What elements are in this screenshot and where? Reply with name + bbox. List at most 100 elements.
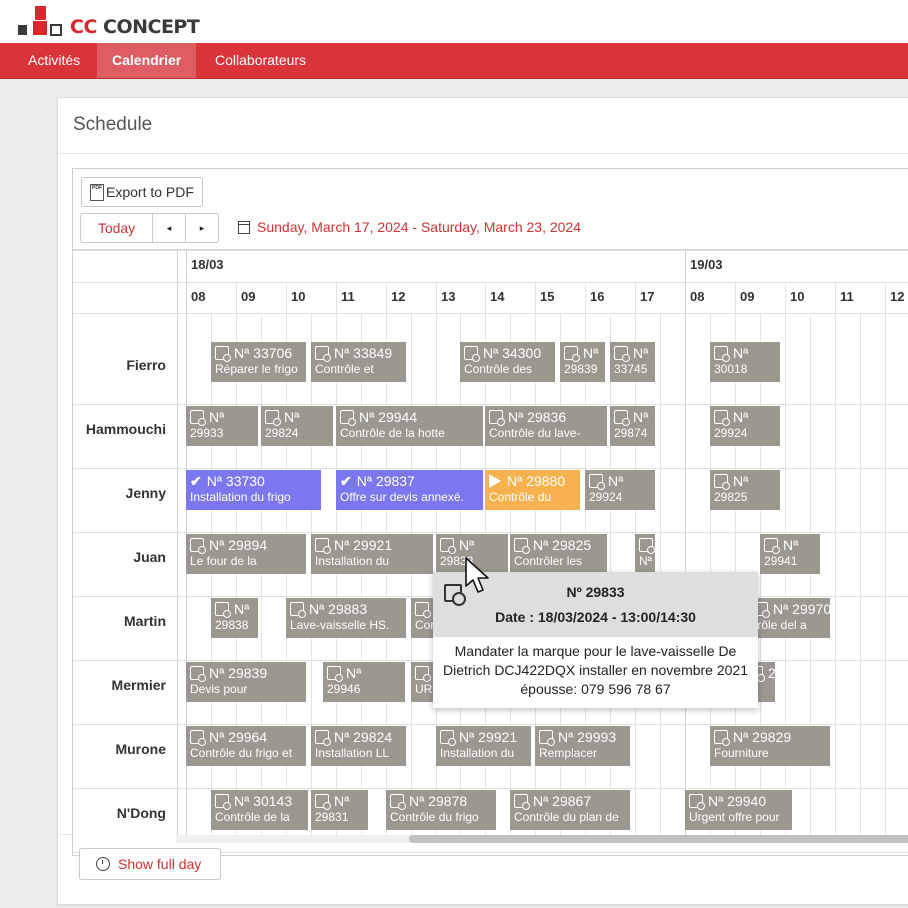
event-number: Nª <box>633 345 649 361</box>
event-number: Nª 34300 <box>483 345 542 361</box>
pdf-icon: PDF <box>90 184 104 201</box>
event-block[interactable]: Nª 29924 <box>585 470 655 510</box>
event-block[interactable]: Nª 29993 Remplacer <box>535 726 630 766</box>
event-block[interactable]: Nª 29825 <box>710 470 780 510</box>
event-block[interactable]: Nª 29829 Fourniture <box>710 726 830 766</box>
calendar-clock-icon <box>265 410 281 426</box>
event-block[interactable]: Nª 29878 Contrôle du frigo <box>386 790 496 830</box>
calendar-clock-icon <box>315 538 331 554</box>
event-title: Nª 29839 <box>190 664 302 682</box>
event-description: 30018 <box>714 362 748 376</box>
event-block[interactable]: Nª 29940 Urgent offre pour <box>685 790 792 830</box>
calendar-clock-icon <box>190 538 206 554</box>
calendar-clock-icon <box>589 474 605 490</box>
page-title: Schedule <box>73 114 153 135</box>
grid-line <box>73 404 908 405</box>
event-block[interactable]: Nª 29944 Contrôle de la hotte <box>336 406 483 446</box>
event-block[interactable]: Nª 29924 <box>710 406 780 446</box>
event-block[interactable]: Nª 29831 <box>311 790 368 830</box>
export-pdf-button[interactable]: PDF Export to PDF <box>81 177 203 207</box>
event-block[interactable]: Nª 29894 Le four de la <box>186 534 306 574</box>
event-block[interactable]: ✔ Nª 29837 Offre sur devis annexé. <box>336 470 483 510</box>
main-nav: Activités Calendrier Collaborateurs <box>0 43 908 79</box>
event-block[interactable]: Nª 33706 Réparer le frigo <box>211 342 306 382</box>
event-number: Nª 29993 <box>558 729 617 745</box>
horizontal-scrollbar[interactable] <box>176 835 908 843</box>
event-description: Le four de la <box>190 554 257 568</box>
event-block[interactable]: Nª 29880 Contrôle du <box>485 470 580 510</box>
next-week-button[interactable]: ▸ <box>186 214 218 242</box>
event-block[interactable]: Nª 29825 Contrôler les <box>510 534 607 574</box>
event-block[interactable]: Nª 29838 <box>211 598 258 638</box>
hour-header: 14 <box>490 289 505 304</box>
grid-line <box>73 468 908 469</box>
event-block[interactable]: Nª 29839 Devis pour <box>186 662 306 702</box>
event-title: Nª <box>714 344 776 362</box>
event-title: Nª 30143 <box>215 792 304 810</box>
event-block[interactable]: Nª 29933 <box>186 406 258 446</box>
event-block[interactable]: Nª 29874 <box>610 406 655 446</box>
event-title: Nª 29921 <box>440 728 527 746</box>
event-block[interactable]: Nª 29964 Contrôle du frigo et <box>186 726 306 766</box>
calendar-clock-icon <box>315 794 331 810</box>
event-block[interactable]: Nª 29839 <box>560 342 605 382</box>
logo-icon <box>18 6 62 36</box>
event-block[interactable]: Nª 29836 Contrôle du lave- <box>485 406 607 446</box>
clock-icon <box>96 857 110 871</box>
grid-line <box>73 282 908 283</box>
event-block[interactable]: Nª 29824 <box>261 406 333 446</box>
calendar-clock-icon <box>714 346 730 362</box>
event-number: Nª <box>583 345 599 361</box>
event-block[interactable]: Nª 29941 <box>760 534 820 574</box>
event-block[interactable]: Nª 30143 Contrôle de la <box>211 790 308 830</box>
grid-line <box>73 724 908 725</box>
scrollbar-thumb[interactable] <box>409 835 908 843</box>
today-button[interactable]: Today <box>81 214 153 242</box>
event-number: 2 <box>768 665 775 681</box>
event-block[interactable]: Nª 29946 <box>323 662 405 702</box>
event-number: Nª 29880 <box>507 473 566 489</box>
event-block[interactable]: ✔ Nª 33730 Installation du frigo <box>186 470 321 510</box>
event-block[interactable]: Nª 34300 Contrôle des <box>460 342 555 382</box>
calendar-clock-icon <box>440 538 456 554</box>
event-number: Nª 29825 <box>533 537 592 553</box>
nav-item-calendrier[interactable]: Calendrier <box>97 43 197 78</box>
hour-header: 08 <box>690 289 705 304</box>
event-block[interactable]: Nª 29883 Lave-vaisselle HS. <box>286 598 406 638</box>
event-block[interactable]: Nª 30018 <box>710 342 780 382</box>
event-number: Nª <box>284 409 300 425</box>
event-title: ✔ Nª 29837 <box>340 472 479 490</box>
event-title: Nª 29878 <box>390 792 492 810</box>
export-pdf-label: Export to PDF <box>106 184 194 200</box>
nav-item-activites[interactable]: Activités <box>13 43 95 78</box>
event-block[interactable]: Nª 29970 trôle del a <box>750 598 830 638</box>
event-number: Nª 29867 <box>533 793 592 809</box>
event-title: Nª 34300 <box>464 344 551 362</box>
event-title: Nª <box>614 408 651 426</box>
event-description: Contrôle des <box>464 362 533 376</box>
event-block[interactable]: Nª 33849 Contrôle et <box>311 342 406 382</box>
date-range-label[interactable]: Sunday, March 17, 2024 - Saturday, March… <box>257 219 581 235</box>
nav-item-collaborateurs[interactable]: Collaborateurs <box>200 43 321 78</box>
event-number: Nª 29878 <box>409 793 468 809</box>
event-description: 29946 <box>327 682 361 696</box>
event-block[interactable]: Nª <box>635 534 655 574</box>
event-title: Nª 29921 <box>315 536 429 554</box>
calendar-clock-icon <box>639 538 655 554</box>
event-description: 29874 <box>614 426 648 440</box>
prev-week-button[interactable]: ◂ <box>153 214 186 242</box>
event-block[interactable]: Nª 29921 Installation du <box>311 534 433 574</box>
event-title: Nª 29825 <box>514 536 603 554</box>
event-block[interactable]: Nª 29867 Contrôle du plan de <box>510 790 630 830</box>
divider <box>58 153 908 154</box>
event-block[interactable]: Nª 29824 Installation LL <box>311 726 406 766</box>
show-full-day-button[interactable]: Show full day <box>79 848 221 880</box>
resource-name: Juan <box>133 549 166 565</box>
event-title: Nª <box>327 664 401 682</box>
event-description: 29824 <box>265 426 299 440</box>
event-description: Contrôle du plan de <box>514 810 619 824</box>
event-description: 29838 <box>215 618 249 632</box>
event-block[interactable]: Nª 33745 <box>610 342 655 382</box>
check-icon: ✔ <box>190 473 202 489</box>
event-block[interactable]: Nª 29921 Installation du <box>436 726 531 766</box>
